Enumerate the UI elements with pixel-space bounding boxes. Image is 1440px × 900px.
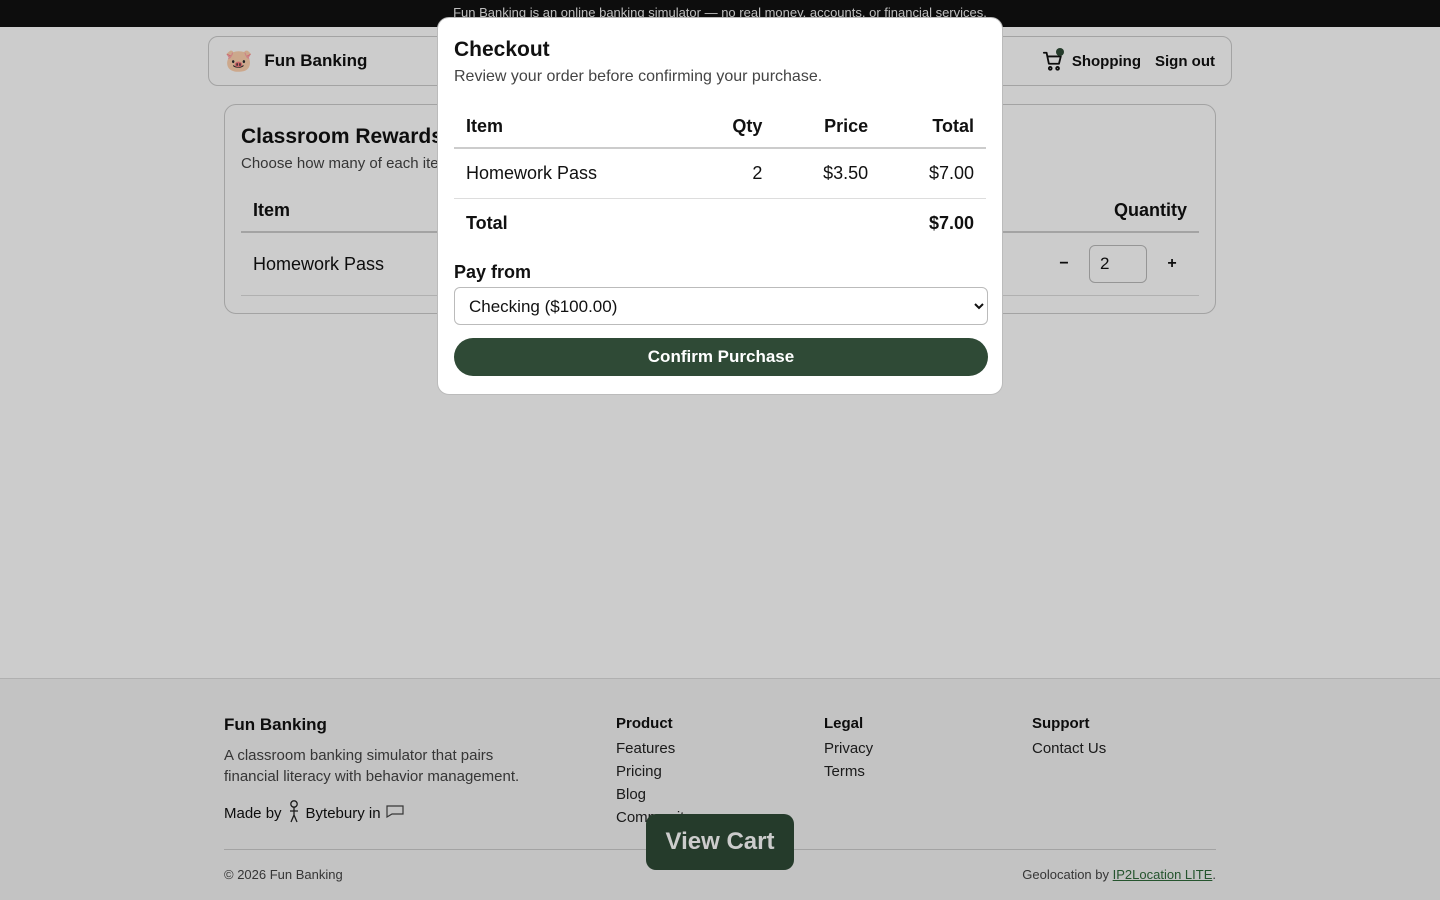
checkout-col-item: Item bbox=[454, 106, 692, 149]
checkout-item-total: $7.00 bbox=[880, 148, 986, 199]
confirm-purchase-button[interactable]: Confirm Purchase bbox=[454, 338, 988, 376]
checkout-col-total: Total bbox=[880, 106, 986, 149]
checkout-item-name: Homework Pass bbox=[454, 148, 692, 199]
pay-from-select[interactable]: Checking ($100.00) bbox=[454, 287, 988, 325]
checkout-total-row: Total $7.00 bbox=[454, 199, 986, 249]
checkout-total-value: $7.00 bbox=[928, 213, 974, 233]
checkout-total-label: Total bbox=[466, 213, 508, 233]
checkout-item-price: $3.50 bbox=[774, 148, 881, 199]
checkout-modal: Checkout Review your order before confir… bbox=[437, 17, 1003, 395]
checkout-subtitle: Review your order before confirming your… bbox=[454, 68, 823, 85]
checkout-title: Checkout bbox=[454, 38, 550, 61]
checkout-col-qty: Qty bbox=[691, 106, 775, 149]
checkout-col-price: Price bbox=[774, 106, 881, 149]
checkout-table: Item Qty Price Total Homework Pass 2 $3.… bbox=[454, 106, 986, 248]
table-row: Homework Pass 2 $3.50 $7.00 bbox=[454, 148, 986, 199]
checkout-item-qty: 2 bbox=[691, 148, 775, 199]
pay-from-label: Pay from bbox=[454, 262, 532, 282]
